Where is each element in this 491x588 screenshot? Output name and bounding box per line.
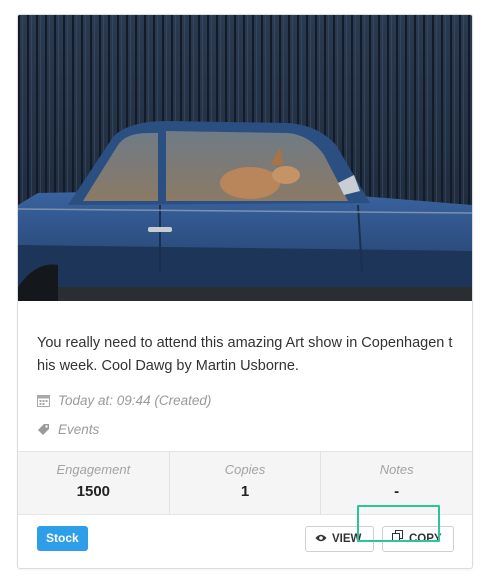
post-image[interactable] [18, 15, 472, 301]
stat-engagement: Engagement 1500 [18, 452, 170, 514]
copy-button[interactable]: COPY [382, 526, 454, 552]
post-description: You really need to attend this amazing A… [37, 335, 453, 374]
card-footer: Stock VIEW COPY [18, 514, 472, 568]
eye-icon [315, 527, 327, 551]
post-date: Today at: 09:44 (Created) [58, 393, 212, 408]
post-date-row: Today at: 09:44 (Created) [37, 393, 211, 408]
stats-bar: Engagement 1500 Copies 1 Notes - [18, 451, 472, 515]
copy-icon [392, 527, 404, 551]
stat-label: Notes [379, 462, 414, 477]
view-button[interactable]: VIEW [305, 526, 374, 552]
post-card: You really need to attend this amazing A… [17, 14, 473, 569]
stat-label: Engagement [56, 462, 131, 477]
stat-value: 1500 [76, 483, 111, 500]
post-category-row: Events [37, 422, 99, 437]
stat-label: Copies [224, 462, 266, 477]
stat-value: - [394, 483, 400, 500]
post-category: Events [58, 422, 100, 437]
tag-icon [37, 423, 50, 436]
stat-copies: Copies 1 [170, 452, 322, 514]
stat-value: 1 [240, 483, 250, 500]
copy-label: COPY [409, 533, 442, 545]
calendar-icon [37, 394, 50, 407]
stat-notes: Notes - [321, 452, 472, 514]
stock-button[interactable]: Stock [37, 526, 88, 551]
view-label: VIEW [332, 533, 362, 545]
